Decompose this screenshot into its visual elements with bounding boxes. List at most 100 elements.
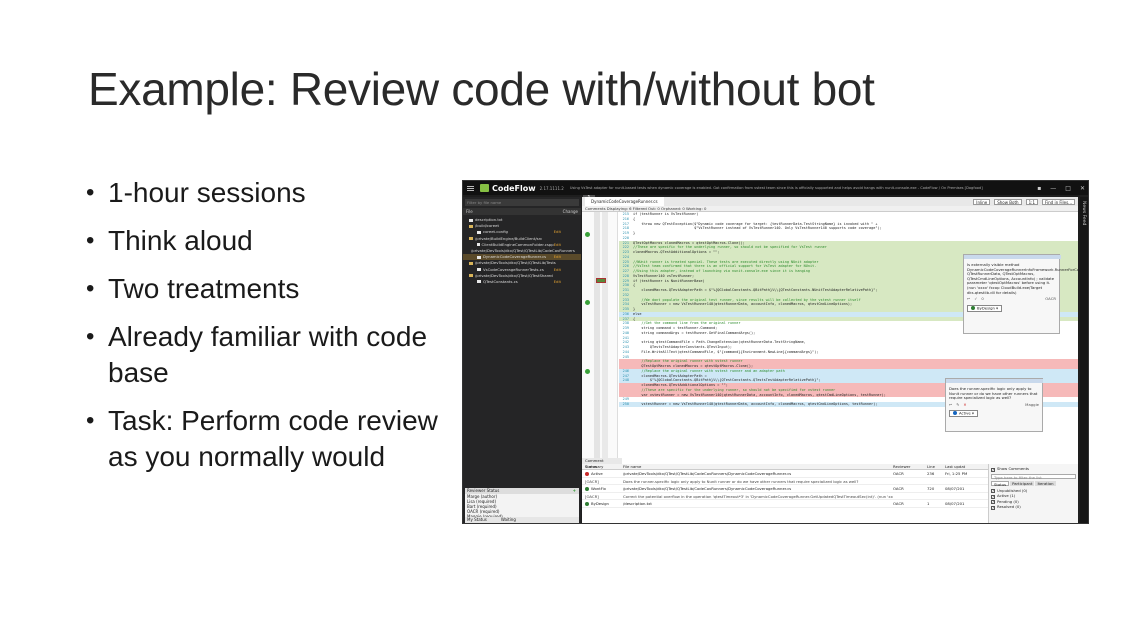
status-dot-icon	[585, 501, 589, 506]
row-reviewer	[893, 493, 927, 500]
comment-thread-header[interactable]	[946, 379, 1043, 383]
row-status-label: [OACR]	[585, 478, 599, 484]
folder-icon	[469, 224, 473, 228]
pin-icon[interactable]: ▪	[1037, 185, 1041, 192]
maximize-icon[interactable]: □	[1065, 185, 1071, 192]
reply-icon[interactable]: ↩	[967, 297, 970, 302]
folder-icon	[469, 261, 473, 265]
row-line: 236	[927, 471, 935, 476]
find-in-files-button[interactable]: Find in Files...	[1042, 198, 1075, 205]
row-status: WontFix	[585, 485, 623, 492]
comment-thread-maggie[interactable]: Does the runner-specific logic only appl…	[945, 378, 1043, 432]
code-text: }	[633, 231, 636, 235]
code-text: $"VsTestRunner instead of VsTestRunner14…	[633, 226, 882, 231]
minimize-icon[interactable]: —	[1050, 185, 1056, 192]
reviewer-column-header[interactable]: Reviewer	[893, 464, 927, 469]
comment-status-dropdown[interactable]: ByDesign ▾	[967, 304, 1003, 312]
status-column-header[interactable]: Status	[585, 464, 623, 469]
code-text: clonedMacros.QTestAdditionalOptions = ""…	[633, 250, 720, 254]
code-text: if (testRunner is VsTestRunner)	[633, 212, 699, 216]
row-date	[945, 478, 971, 485]
file-filter-input[interactable]: Filter by file name	[465, 199, 579, 206]
checkbox-icon: ✓	[991, 467, 995, 472]
file-tab[interactable]: DynamicCodeCoverageRunner.cs	[585, 197, 664, 206]
comment-thread-oacr[interactable]: Is externally visible method DynamicCode…	[963, 254, 1088, 334]
file-tree-item[interactable]: QTestConstants.cs Edit	[463, 279, 581, 285]
tab-participant[interactable]: Participant	[1010, 480, 1035, 486]
comment-marker-icon[interactable]	[585, 369, 590, 374]
close-icon[interactable]: ✕	[1080, 185, 1085, 192]
file-name-column-header[interactable]: File name	[623, 464, 893, 469]
comment-actions: ↩ ✎ ✕ Maggie	[949, 401, 1039, 408]
iteration-compare-selector[interactable]: 1:1	[1025, 198, 1039, 205]
row-date	[945, 493, 971, 500]
comment-marker-icon[interactable]	[585, 232, 590, 237]
bullet-item: Task: Perform code review as you normall…	[86, 403, 446, 475]
review-title-banner: Using VsTest adapter for nunit-based tes…	[569, 186, 983, 190]
comment-thread-header[interactable]	[964, 255, 1061, 259]
code-text: vstestRunner = new VsTestRunner140(qtest…	[633, 402, 878, 406]
filter-label: Unpublished (0)	[997, 487, 1028, 493]
editor-toolbar: Inline Show Both 1:1 Find in Files...	[973, 197, 1078, 206]
row-status: Active	[585, 470, 623, 477]
file-name: QTestConstants.cs	[483, 278, 518, 284]
comment-author: Maggie	[1025, 401, 1039, 407]
scroll-overview-track[interactable]	[594, 212, 600, 458]
code-text: vsTestRunner = new VsTestRunner140(qtest…	[633, 302, 853, 307]
my-status-value[interactable]: Waiting	[501, 517, 516, 523]
tab-iteration[interactable]: Iteration	[1035, 480, 1056, 486]
codeflow-screenshot: CodeFlow 2.17.1111.2 Using VsTest adapte…	[462, 180, 1089, 524]
code-text: if (testRunner is NunitRunnerBase)	[633, 278, 705, 283]
inline-view-toggle[interactable]: Inline	[973, 198, 991, 205]
file-icon	[477, 243, 480, 247]
row-line	[927, 478, 945, 485]
filter-resolved[interactable]: ✓ Resolved (0)	[991, 504, 1076, 510]
bullet-item: Two treatments	[86, 271, 446, 307]
row-line	[927, 493, 945, 500]
change-column-header[interactable]: Change	[563, 208, 578, 215]
menu-icon[interactable]	[467, 185, 474, 191]
last-updated-column-header[interactable]: Last updat	[945, 464, 971, 469]
reply-icon[interactable]: ↩	[949, 402, 952, 408]
my-status-label: My Status	[467, 517, 487, 522]
code-text: File.WriteAllText(qtestCommandFile, $"{c…	[633, 349, 819, 354]
add-reviewer-icon[interactable]: +	[573, 488, 579, 494]
status-dot-icon	[585, 471, 589, 476]
delete-icon[interactable]: ✕	[963, 402, 966, 408]
bullet-list: 1-hour sessions Think aloud Two treatmen…	[86, 175, 446, 487]
file-icon	[477, 230, 481, 234]
news-feed-sidebar[interactable]: News Feed	[1080, 197, 1088, 523]
row-status: ByDesign	[585, 500, 623, 507]
filter-label: Pending (0)	[997, 498, 1019, 504]
comment-filter-input[interactable]: Type here to filter the list	[991, 473, 1076, 480]
file-icon	[477, 280, 481, 284]
file-column-header[interactable]: File	[466, 208, 473, 215]
bullet-item: Already familiar with code base	[86, 319, 446, 391]
reviewer-status-panel: Reviewer Status + Marge (author) Lisa (r…	[465, 488, 579, 523]
viewport-marker[interactable]	[596, 278, 606, 283]
line-column-header[interactable]: Line	[927, 464, 945, 469]
like-icon[interactable]: ✓	[974, 297, 977, 302]
comment-marker-icon[interactable]	[585, 300, 590, 305]
comment-text: Is externally visible method DynamicCode…	[967, 262, 1088, 295]
comment-status-label: Active	[959, 410, 971, 416]
diff-overview-track[interactable]	[602, 212, 608, 458]
checkbox-icon: ✓	[991, 505, 995, 510]
bullet-item: Think aloud	[86, 223, 446, 259]
checkbox-icon: ✓	[991, 494, 995, 499]
code-text: clonedMacros.QTestAdapterPath = $"%{QGlo…	[633, 288, 878, 292]
comment-text: Does the runner-specific logic only appl…	[949, 386, 1038, 401]
code-text: string commandArgs = testRunner.GetFinal…	[633, 330, 756, 335]
comment-status-dropdown[interactable]: Active ▾	[949, 410, 978, 418]
tab-status[interactable]: Status	[991, 480, 1010, 487]
row-file: /private/DevTools/dkx/QTest/QTestLib/Cod…	[623, 471, 792, 476]
show-both-toggle[interactable]: Show Both	[994, 198, 1022, 205]
row-reviewer: OACR	[893, 486, 904, 491]
filter-label: Resolved (0)	[997, 504, 1021, 509]
edit-icon[interactable]: ✎	[956, 402, 959, 408]
show-comments-toggle[interactable]: ✓ Show Comments	[991, 466, 1076, 472]
row-reviewer	[893, 478, 927, 485]
my-status-bar: My Status Waiting	[465, 517, 579, 523]
comment-status-label: ByDesign	[977, 305, 995, 311]
row-status: [OACR]	[585, 493, 623, 500]
